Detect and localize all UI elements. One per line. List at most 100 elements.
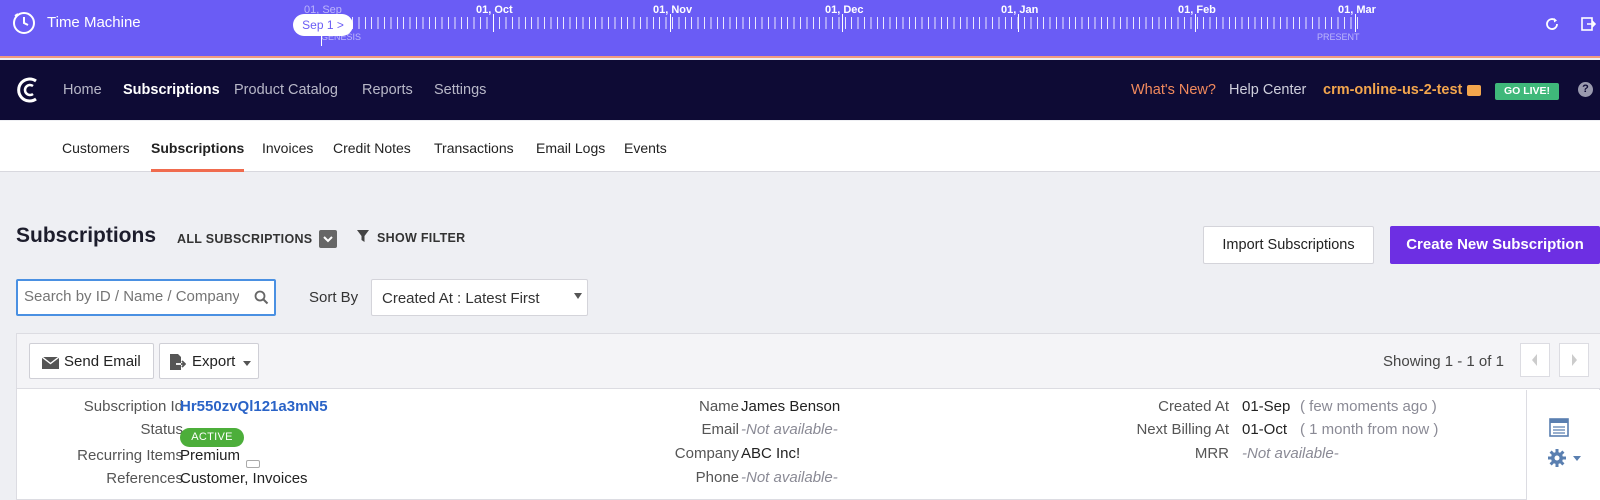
go-live-button[interactable]: GO LIVE! <box>1495 83 1559 100</box>
nav-item-subscriptions[interactable]: Subscriptions <box>123 82 220 98</box>
refresh-icon[interactable] <box>1544 16 1560 32</box>
mrr-value: -Not available- <box>1242 445 1339 462</box>
timeline-month-tick <box>1355 14 1356 32</box>
phone-label: Phone <box>695 469 739 486</box>
exit-icon[interactable] <box>1580 16 1596 32</box>
mail-icon[interactable] <box>1467 85 1481 96</box>
nav-item-home[interactable]: Home <box>63 82 102 98</box>
timeline-month: 01, Mar <box>1338 4 1376 16</box>
timeline-current-date[interactable]: Sep 1 > <box>293 14 353 36</box>
timeline-month-tick <box>842 14 843 32</box>
customer-phone: -Not available- <box>741 469 838 486</box>
search-input[interactable] <box>24 288 239 305</box>
results-panel: Send Email Export Showing 1 - 1 of 1 Sub… <box>16 333 1600 500</box>
help-center-link[interactable]: Help Center <box>1229 82 1306 98</box>
sort-by-label: Sort By <box>309 289 359 306</box>
tab-credit-notes[interactable]: Credit Notes <box>333 140 411 156</box>
timeline-month-tick <box>1018 14 1019 32</box>
timeline-ticks[interactable] <box>320 17 1360 29</box>
gear-icon[interactable] <box>1547 448 1567 468</box>
timeline-present-label: PRESENT <box>1317 32 1360 42</box>
import-subscriptions-button[interactable]: Import Subscriptions <box>1203 226 1374 264</box>
subscription-id-label: Subscription Id <box>83 398 183 415</box>
view-selector[interactable]: ALL SUBSCRIPTIONS <box>177 232 312 246</box>
results-toolbar: Send Email Export Showing 1 - 1 of 1 <box>17 334 1600 389</box>
time-machine-title: Time Machine <box>47 14 141 31</box>
timeline-month-tick <box>1195 14 1196 32</box>
email-label: Email <box>701 421 739 438</box>
nav-item-product-catalog[interactable]: Product Catalog <box>234 82 338 98</box>
chevron-right-icon <box>1572 354 1577 366</box>
pagination-summary: Showing 1 - 1 of 1 <box>1383 353 1504 370</box>
more-dots-icon[interactable] <box>246 460 260 468</box>
search-icon[interactable] <box>254 290 269 305</box>
tab-events[interactable]: Events <box>624 140 667 156</box>
row-actions <box>1526 390 1600 500</box>
created-at-value: 01-Sep <box>1242 398 1291 415</box>
chevron-down-icon <box>243 361 251 366</box>
tab-invoices[interactable]: Invoices <box>262 140 313 156</box>
main-nav: Home Subscriptions Product Catalog Repor… <box>0 60 1600 120</box>
created-at-relative: ( few moments ago ) <box>1300 398 1437 415</box>
page-title: Subscriptions <box>16 224 157 247</box>
send-email-label: Send Email <box>64 353 141 370</box>
customer-company: ABC Inc! <box>741 445 801 462</box>
timeline-month-tick <box>670 14 671 32</box>
recurring-items-label: Recurring Items <box>77 447 183 464</box>
export-button[interactable]: Export <box>159 343 259 379</box>
mrr-label: MRR <box>1194 445 1229 462</box>
time-machine-logo-icon <box>13 12 35 34</box>
nav-item-reports[interactable]: Reports <box>362 82 413 98</box>
timeline-month: 01, Dec <box>825 4 864 16</box>
next-page-button[interactable] <box>1559 343 1589 377</box>
recurring-items-value: Premium <box>180 447 241 464</box>
envelope-icon <box>42 357 59 369</box>
chevron-down-icon[interactable] <box>1573 456 1581 461</box>
search-field[interactable] <box>16 279 276 316</box>
active-tab-indicator <box>151 169 244 172</box>
show-filter-button[interactable]: SHOW FILTER <box>377 231 465 245</box>
time-machine-bar: Time Machine 01, Sep GENESIS PRESENT 01,… <box>0 0 1600 58</box>
created-at-label: Created At <box>1158 398 1229 415</box>
caret-down-icon[interactable] <box>319 230 337 248</box>
export-icon <box>170 354 186 370</box>
send-email-button[interactable]: Send Email <box>29 343 154 379</box>
subscription-id-link[interactable]: Hr550zvQl121a3mN5 <box>180 398 328 415</box>
references-value: Customer, Invoices <box>180 470 308 487</box>
timeline-month: 01, Feb <box>1178 4 1216 16</box>
sort-select[interactable]: Created At : Latest First <box>371 279 588 316</box>
brand-logo-icon[interactable] <box>16 76 42 104</box>
chevron-left-icon <box>1532 354 1537 366</box>
sub-nav: Customers Subscriptions Invoices Credit … <box>0 121 1600 172</box>
customer-name: James Benson <box>741 398 841 415</box>
list-icon[interactable] <box>1549 418 1569 437</box>
next-billing-label: Next Billing At <box>1136 421 1229 438</box>
references-label: References <box>106 470 183 487</box>
whats-new-link[interactable]: What's New? <box>1131 82 1216 98</box>
subscription-row[interactable]: Subscription Id Hr550zvQl121a3mN5 Status… <box>17 390 1526 500</box>
filter-icon[interactable] <box>356 229 370 243</box>
status-badge: ACTIVE <box>180 428 244 447</box>
timeline-month: 01, Oct <box>476 4 513 16</box>
next-billing-value: 01-Oct <box>1242 421 1288 438</box>
create-subscription-button[interactable]: Create New Subscription <box>1390 226 1600 264</box>
nav-item-settings[interactable]: Settings <box>434 82 486 98</box>
next-billing-relative: ( 1 month from now ) <box>1300 421 1439 438</box>
name-label: Name <box>698 398 739 415</box>
chevron-down-icon <box>574 293 582 299</box>
customer-email: -Not available- <box>741 421 838 438</box>
prev-page-button[interactable] <box>1520 343 1550 377</box>
site-name[interactable]: crm-online-us-2-test <box>1323 82 1462 98</box>
timeline-month: 01, Nov <box>653 4 693 16</box>
tab-customers[interactable]: Customers <box>62 140 130 156</box>
company-label: Company <box>674 445 739 462</box>
export-label: Export <box>192 353 236 370</box>
help-icon[interactable]: ? <box>1578 82 1593 97</box>
tab-email-logs[interactable]: Email Logs <box>536 140 605 156</box>
timeline-month: 01, Jan <box>1001 4 1039 16</box>
sort-select-value: Created At : Latest First <box>382 290 540 307</box>
status-label: Status <box>140 421 183 438</box>
tab-transactions[interactable]: Transactions <box>434 140 514 156</box>
timeline-month-tick <box>493 14 494 32</box>
tab-subscriptions[interactable]: Subscriptions <box>151 140 244 156</box>
